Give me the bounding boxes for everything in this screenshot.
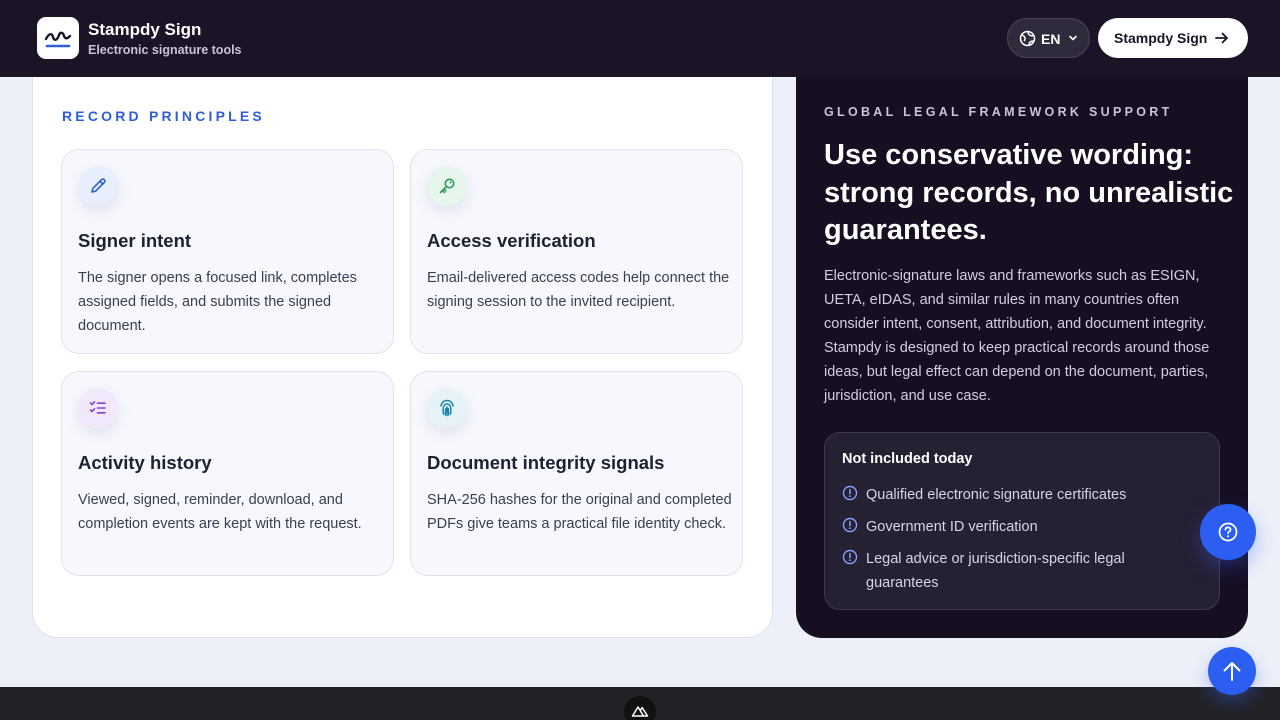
signature-logo-icon [44, 31, 72, 48]
alert-circle-icon [842, 485, 858, 501]
alert-circle-icon [842, 549, 858, 565]
brand-name: Stampdy Sign [88, 20, 202, 39]
not-included-title: Not included today [842, 451, 973, 467]
language-selector[interactable]: EN [1007, 18, 1090, 58]
top-header: Stampdy Sign Electronic signature tools … [0, 0, 1280, 77]
pen-icon [78, 166, 118, 206]
footer-logo[interactable] [624, 696, 656, 720]
help-circle-icon [1218, 522, 1238, 542]
tile-title: Document integrity signals [427, 452, 665, 473]
open-app-button[interactable]: Stampdy Sign [1098, 18, 1248, 58]
tile-text: SHA-256 hashes for the original and comp… [427, 492, 732, 532]
tile-title: Signer intent [78, 230, 192, 251]
footer [0, 687, 1280, 720]
arrow-up-icon [1223, 662, 1241, 681]
tile-title: Access verification [427, 230, 596, 251]
principle-tile-document-integrity: Document integrity signals SHA-256 hashe… [410, 371, 743, 576]
legal-title: Use conservative wording: strong records… [824, 139, 1234, 246]
principle-tile-signer-intent: Signer intent The signer opens a focused… [61, 149, 394, 354]
tile-text: The signer opens a focused link, complet… [78, 270, 357, 334]
not-included-label: Qualified electronic signature certifica… [866, 487, 1127, 503]
brand-logo[interactable] [37, 17, 79, 59]
section-eyebrow: RECORD PRINCIPLES [62, 108, 265, 124]
checklist-icon [78, 388, 118, 428]
key-icon [427, 166, 467, 206]
tile-text: Viewed, signed, reminder, download, and … [78, 492, 362, 532]
not-included-label: Legal advice or jurisdiction-specific le… [866, 551, 1125, 591]
record-principles-card: RECORD PRINCIPLES Signer intent The sign… [32, 50, 773, 638]
tile-text: Email-delivered access codes help connec… [427, 270, 730, 310]
tile-title: Activity history [78, 452, 212, 473]
scroll-to-top-button[interactable] [1208, 647, 1256, 695]
help-button[interactable] [1200, 504, 1256, 560]
cta-label: Stampdy Sign [1114, 30, 1208, 46]
not-included-box: Not included today Qualified electronic … [824, 432, 1220, 610]
language-label: EN [1041, 31, 1061, 47]
alert-circle-icon [842, 517, 858, 533]
chevron-down-icon [1069, 35, 1077, 41]
legal-eyebrow: GLOBAL LEGAL FRAMEWORK SUPPORT [824, 105, 1173, 119]
principle-tile-access-verification: Access verification Email-delivered acce… [410, 149, 743, 354]
not-included-label: Government ID verification [866, 519, 1038, 535]
legal-framework-card: GLOBAL LEGAL FRAMEWORK SUPPORT Use conse… [796, 50, 1248, 638]
mountain-logo-icon [631, 706, 649, 717]
brand-tagline: Electronic signature tools [88, 43, 242, 57]
globe-icon [1019, 30, 1036, 47]
arrow-right-icon [1215, 32, 1228, 44]
fingerprint-icon [427, 388, 467, 428]
principle-tile-activity-history: Activity history Viewed, signed, reminde… [61, 371, 394, 576]
legal-body: Electronic-signature laws and frameworks… [824, 268, 1210, 404]
